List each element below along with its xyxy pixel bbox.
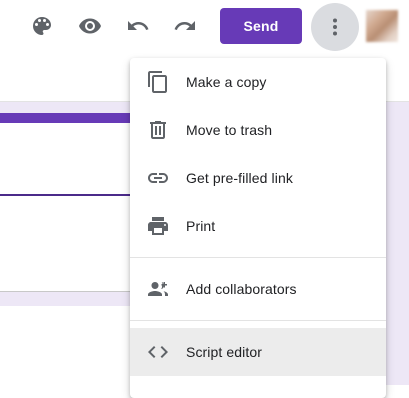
toolbar: Send xyxy=(0,0,409,58)
menu-item-label: Print xyxy=(186,218,216,234)
menu-item-get-pre-filled-link[interactable]: Get pre-filled link xyxy=(130,154,386,202)
send-button[interactable]: Send xyxy=(220,8,302,44)
form-title-card xyxy=(0,113,140,196)
copy-icon xyxy=(146,70,170,94)
menu-item-label: Make a copy xyxy=(186,74,267,90)
code-icon xyxy=(146,340,170,364)
menu-item-label: Move to trash xyxy=(186,122,273,138)
menu-item-script-editor[interactable]: Script editor xyxy=(130,328,386,376)
menu-divider xyxy=(130,320,386,321)
avatar[interactable] xyxy=(366,10,398,42)
menu-item-label: Add collaborators xyxy=(186,281,297,297)
add-people-icon xyxy=(146,277,170,301)
more-vert-icon[interactable] xyxy=(311,3,359,51)
palette-icon[interactable] xyxy=(24,8,60,44)
more-options-menu: Make a copy Move to trash Get pre-filled… xyxy=(130,58,386,398)
eye-icon[interactable] xyxy=(72,8,108,44)
undo-icon[interactable] xyxy=(120,8,156,44)
menu-item-move-to-trash[interactable]: Move to trash xyxy=(130,106,386,154)
menu-item-print[interactable]: Print xyxy=(130,202,386,250)
menu-item-add-collaborators[interactable]: Add collaborators xyxy=(130,265,386,313)
menu-divider xyxy=(130,257,386,258)
menu-item-label: Get pre-filled link xyxy=(186,170,293,186)
redo-icon[interactable] xyxy=(167,8,203,44)
link-icon xyxy=(146,166,170,190)
trash-icon xyxy=(146,118,170,142)
menu-item-label: Script editor xyxy=(186,344,262,360)
menu-item-make-a-copy[interactable]: Make a copy xyxy=(130,58,386,106)
form-question-card xyxy=(0,306,140,385)
print-icon xyxy=(146,214,170,238)
form-description-area xyxy=(0,196,140,292)
